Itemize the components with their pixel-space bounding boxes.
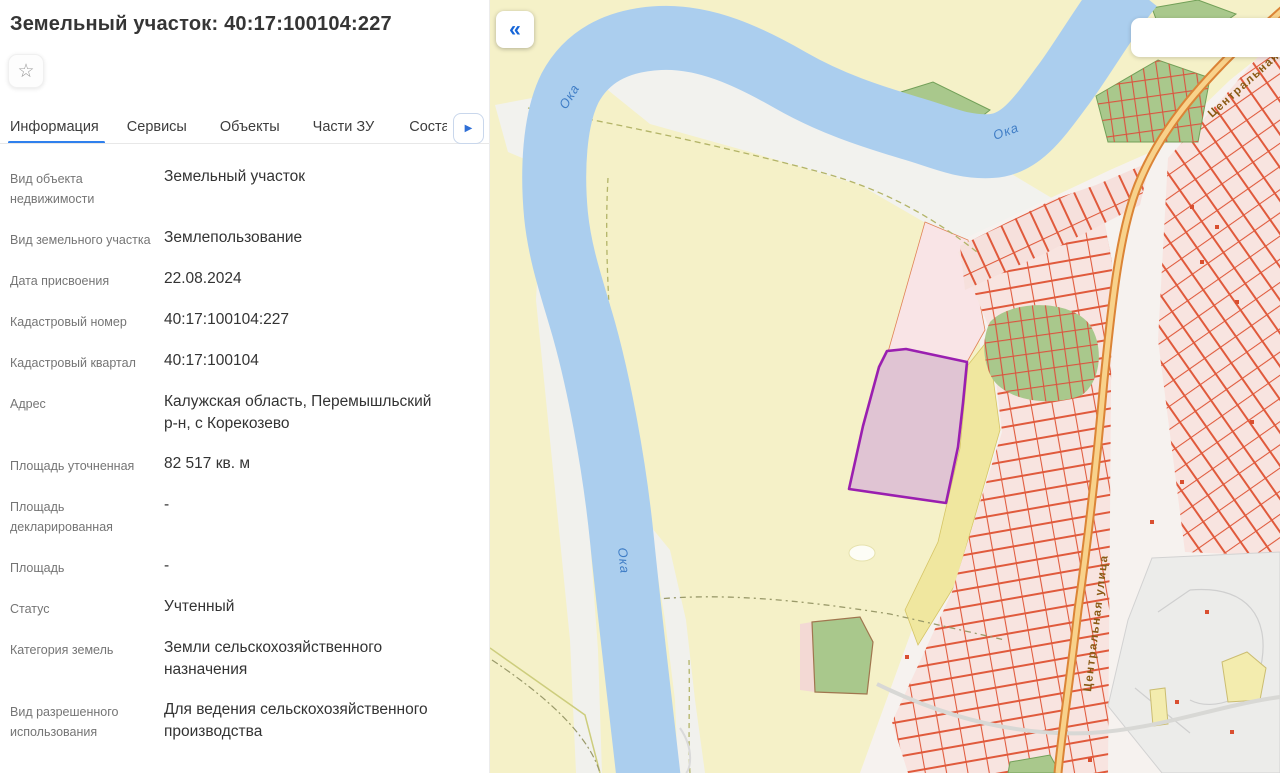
- river-label: Ока: [615, 547, 633, 575]
- pond: [849, 545, 875, 561]
- field-assignment-date: Дата присвоения 22.08.2024: [10, 268, 482, 291]
- tab-services[interactable]: Сервисы: [127, 112, 187, 144]
- green-area: [812, 617, 873, 694]
- map-canvas: Ока Ока Ока Центральная улица Центральна…: [490, 0, 1280, 773]
- field-status: Статус Учтенный: [10, 596, 482, 619]
- field-cadastral-quarter: Кадастровый квартал 40:17:100104: [10, 350, 482, 373]
- chevron-right-icon: ▶: [465, 123, 473, 134]
- field-object-kind: Вид объекта недвижимости Земельный участ…: [10, 166, 482, 209]
- tab-parcel-parts[interactable]: Части ЗУ: [313, 112, 375, 144]
- attribute-list: Вид объекта недвижимости Земельный участ…: [10, 166, 482, 761]
- field-permitted-use: Вид разрешенного использования Для веден…: [10, 699, 482, 743]
- field-area-declared: Площадь декларированная -: [10, 494, 482, 537]
- favorite-button[interactable]: ☆: [8, 54, 44, 88]
- tab-information[interactable]: Информация: [10, 112, 99, 144]
- parcel-lines-overlay: [984, 305, 1099, 401]
- object-info-panel: Земельный участок: 40:17:100104:227 ☆ Ин…: [0, 0, 490, 773]
- map-viewport[interactable]: Ока Ока Ока Центральная улица Центральна…: [490, 0, 1280, 773]
- page-title: Земельный участок: 40:17:100104:227: [0, 0, 489, 36]
- collapse-panel-button[interactable]: «: [496, 11, 534, 48]
- tab-bar: Информация Сервисы Объекты Части ЗУ Сост…: [0, 112, 490, 144]
- tab-objects[interactable]: Объекты: [220, 112, 280, 144]
- field-address: Адрес Калужская область, Перемышльский р…: [10, 391, 482, 435]
- field-land-category: Категория земель Земли сельскохозяйствен…: [10, 637, 482, 681]
- search-input[interactable]: [1131, 18, 1280, 57]
- star-icon: ☆: [17, 60, 34, 83]
- double-chevron-left-icon: «: [509, 18, 521, 41]
- field-area-specified: Площадь уточненная 82 517 кв. м: [10, 453, 482, 476]
- field-parcel-kind: Вид земельного участка Землепользование: [10, 227, 482, 250]
- field-area: Площадь -: [10, 555, 482, 578]
- field-cadastral-number: Кадастровый номер 40:17:100104:227: [10, 309, 482, 332]
- divider: [0, 143, 490, 144]
- more-tabs-button[interactable]: ▶: [453, 113, 484, 144]
